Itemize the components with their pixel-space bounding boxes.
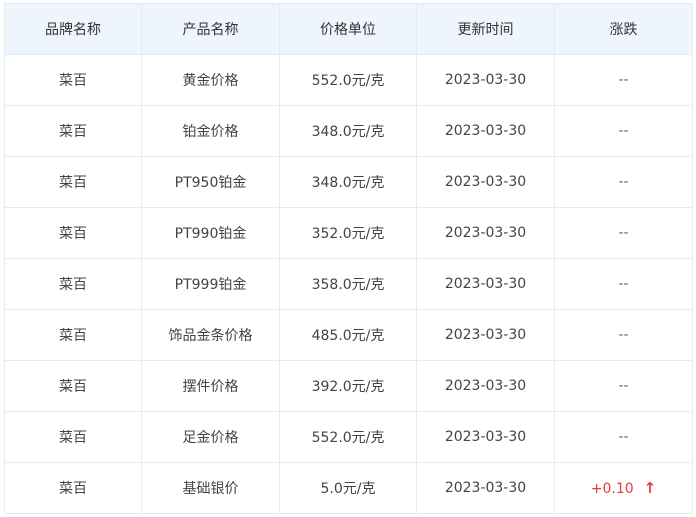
arrow-up-icon: ↑ [643,479,657,497]
cell-brand: 菜百 [4,309,142,361]
change-value: -- [618,327,629,343]
cell-change: -- [554,360,693,412]
table-row: 菜百 铂金价格 348.0元/克 2023-03-30 -- [4,105,693,157]
table-row: 菜百 PT950铂金 348.0元/克 2023-03-30 -- [4,156,693,208]
cell-price: 5.0元/克 [279,462,417,514]
cell-price: 348.0元/克 [279,105,417,157]
cell-product: 摆件价格 [141,360,280,412]
header-price-unit: 价格单位 [279,3,417,55]
header-row: 品牌名称 产品名称 价格单位 更新时间 涨跌 [4,3,693,55]
cell-price: 348.0元/克 [279,156,417,208]
cell-date: 2023-03-30 [416,156,555,208]
cell-change: -- [554,156,693,208]
change-value: -- [618,174,629,190]
table-row: 菜百 摆件价格 392.0元/克 2023-03-30 -- [4,360,693,412]
table-row: 菜百 足金价格 552.0元/克 2023-03-30 -- [4,411,693,463]
table-row: 菜百 PT999铂金 358.0元/克 2023-03-30 -- [4,258,693,310]
cell-change: -- [554,105,693,157]
cell-brand: 菜百 [4,411,142,463]
table-row: 菜百 黄金价格 552.0元/克 2023-03-30 -- [4,54,693,106]
cell-brand: 菜百 [4,156,142,208]
cell-product: 基础银价 [141,462,280,514]
cell-brand: 菜百 [4,54,142,106]
change-value: +0.10 [590,481,634,497]
table-row: 菜百 饰品金条价格 485.0元/克 2023-03-30 -- [4,309,693,361]
cell-date: 2023-03-30 [416,258,555,310]
cell-brand: 菜百 [4,258,142,310]
change-value: -- [618,429,629,445]
cell-brand: 菜百 [4,462,142,514]
cell-date: 2023-03-30 [416,309,555,361]
header-change: 涨跌 [554,3,693,55]
cell-brand: 菜百 [4,207,142,259]
cell-change: -- [554,258,693,310]
table-body: 菜百 黄金价格 552.0元/克 2023-03-30 -- 菜百 铂金价格 348.0元/克… [4,54,693,514]
cell-date: 2023-03-30 [416,411,555,463]
change-value: -- [618,276,629,292]
price-table-container: 品牌名称 产品名称 价格单位 更新时间 涨跌 菜百 黄金价格 552.0元/克 202… [4,3,693,514]
cell-price: 358.0元/克 [279,258,417,310]
change-value: -- [618,225,629,241]
change-value: -- [618,123,629,139]
cell-change: +0.10 ↑ [554,462,693,514]
table-header: 品牌名称 产品名称 价格单位 更新时间 涨跌 [4,3,693,55]
cell-brand: 菜百 [4,105,142,157]
cell-date: 2023-03-30 [416,360,555,412]
cell-product: PT999铂金 [141,258,280,310]
cell-date: 2023-03-30 [416,207,555,259]
cell-product: PT950铂金 [141,156,280,208]
table-row: 菜百 基础银价 5.0元/克 2023-03-30 +0.10 ↑ [4,462,693,514]
cell-product: 铂金价格 [141,105,280,157]
cell-price: 352.0元/克 [279,207,417,259]
cell-price: 485.0元/克 [279,309,417,361]
cell-change: -- [554,54,693,106]
change-value: -- [618,378,629,394]
header-brand: 品牌名称 [4,3,142,55]
cell-price: 392.0元/克 [279,360,417,412]
cell-product: PT990铂金 [141,207,280,259]
cell-price: 552.0元/克 [279,54,417,106]
header-update-time: 更新时间 [416,3,555,55]
cell-date: 2023-03-30 [416,54,555,106]
cell-date: 2023-03-30 [416,105,555,157]
table-row: 菜百 PT990铂金 352.0元/克 2023-03-30 -- [4,207,693,259]
cell-product: 黄金价格 [141,54,280,106]
cell-change: -- [554,309,693,361]
price-table: 品牌名称 产品名称 价格单位 更新时间 涨跌 菜百 黄金价格 552.0元/克 202… [4,3,693,514]
cell-price: 552.0元/克 [279,411,417,463]
change-value: -- [618,72,629,88]
cell-product: 足金价格 [141,411,280,463]
cell-change: -- [554,411,693,463]
cell-date: 2023-03-30 [416,462,555,514]
cell-brand: 菜百 [4,360,142,412]
cell-product: 饰品金条价格 [141,309,280,361]
cell-change: -- [554,207,693,259]
header-product: 产品名称 [141,3,280,55]
